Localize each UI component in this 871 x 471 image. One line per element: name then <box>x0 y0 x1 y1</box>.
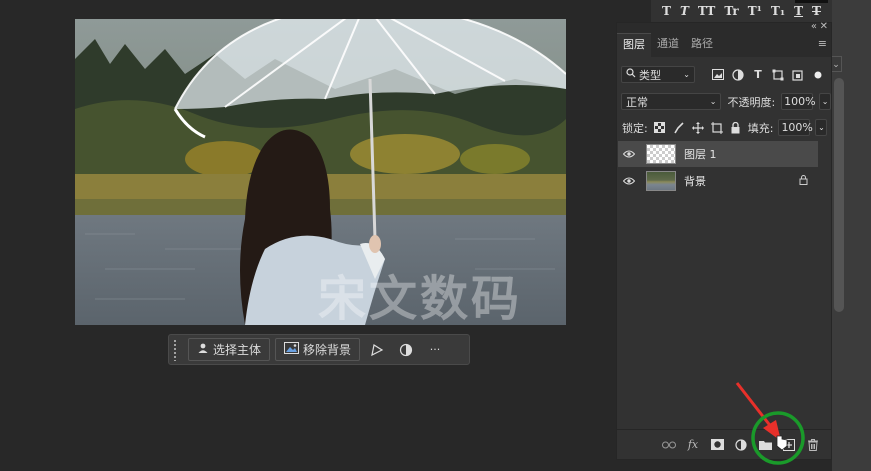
superscript-button[interactable]: T¹ <box>748 4 762 18</box>
lock-all-icon[interactable] <box>729 121 743 135</box>
opacity-value: 100% <box>784 95 816 108</box>
lock-icon[interactable] <box>799 174 808 188</box>
filter-kind-select[interactable]: 类型 ⌄ <box>621 66 695 83</box>
underline-button[interactable]: T <box>794 4 803 18</box>
search-icon <box>626 68 636 81</box>
layer-thumbnail <box>646 171 676 191</box>
chevron-down-icon: ⌄ <box>818 123 825 132</box>
layers-panel: « ✕ 图层 通道 路径 ≡ 类型 ⌄ T 正常 ⌄ 不透明度: 100% ⌄ … <box>616 21 832 460</box>
person-icon <box>197 342 209 357</box>
chevron-down-icon: ⌄ <box>683 70 690 79</box>
fill-input[interactable]: 100% <box>778 119 813 136</box>
tab-channels[interactable]: 通道 <box>651 33 685 57</box>
opacity-input[interactable]: 100% <box>781 93 816 110</box>
filter-toggle-icon[interactable] <box>811 68 825 82</box>
adjustment-filter-icon[interactable] <box>731 68 745 82</box>
visibility-eye-icon[interactable] <box>618 175 640 188</box>
document-canvas[interactable]: 宋文数码 <box>75 19 566 325</box>
lock-image-pixels-icon[interactable] <box>672 121 686 135</box>
all-caps-button[interactable]: TT <box>698 4 715 18</box>
panel-title-bar: « ✕ <box>617 21 831 33</box>
lock-transparent-pixels-icon[interactable] <box>653 121 667 135</box>
smart-object-filter-icon[interactable] <box>791 68 805 82</box>
layer-row-layer-1[interactable]: 图层 1 <box>618 141 818 167</box>
adjustment-layer-icon[interactable] <box>733 437 749 453</box>
transform-icon[interactable] <box>365 338 389 361</box>
remove-background-label: 移除背景 <box>303 343 352 357</box>
tab-layers[interactable]: 图层 <box>617 33 651 57</box>
fill-label: 填充: <box>747 121 774 135</box>
image-icon <box>284 342 300 357</box>
fx-icon[interactable]: fx <box>685 437 701 453</box>
add-mask-icon[interactable] <box>709 437 725 453</box>
shape-filter-icon[interactable] <box>771 68 785 82</box>
small-caps-button[interactable]: Tr <box>724 4 738 18</box>
opacity-dropdown[interactable]: ⌄ <box>819 93 831 110</box>
contextual-task-bar: 选择主体 移除背景 ··· <box>168 334 470 365</box>
close-panel-icon[interactable]: ✕ <box>820 21 828 32</box>
faux-bold-button[interactable]: T <box>662 4 671 18</box>
subscript-button[interactable]: T₁ <box>771 4 785 18</box>
blend-mode-select[interactable]: 正常 ⌄ <box>621 93 722 110</box>
opacity-label: 不透明度: <box>727 95 776 109</box>
lock-position-icon[interactable] <box>691 121 705 135</box>
select-subject-label: 选择主体 <box>213 343 262 357</box>
fill-dropdown[interactable]: ⌄ <box>815 119 828 136</box>
filter-kind-value: 类型 <box>639 68 661 82</box>
new-layer-icon[interactable] <box>781 437 797 453</box>
layer-thumbnail <box>646 144 676 164</box>
dock-scrollbar[interactable] <box>834 78 844 312</box>
adjustment-circle-icon[interactable] <box>394 338 418 361</box>
collapse-panel-icon[interactable]: « <box>811 21 817 32</box>
chevron-down-icon: ⌄ <box>821 97 829 106</box>
delete-layer-icon[interactable] <box>805 437 821 453</box>
layers-panel-footer: fx <box>617 429 831 459</box>
faux-italic-button[interactable]: T <box>680 4 689 18</box>
panel-tabs: 图层 通道 路径 ≡ <box>617 33 831 57</box>
drag-handle[interactable] <box>173 338 177 361</box>
link-layers-icon[interactable] <box>661 437 677 453</box>
panel-menu-icon[interactable]: ≡ <box>818 37 827 50</box>
chevron-down-icon: ⌄ <box>709 97 717 106</box>
remove-background-button[interactable]: 移除背景 <box>275 338 361 361</box>
lock-label: 锁定: <box>622 121 648 135</box>
prevent-autonest-icon[interactable] <box>710 121 724 135</box>
layer-row-background[interactable]: 背景 <box>618 168 818 194</box>
character-color-swatch[interactable] <box>795 0 828 3</box>
strikethrough-button[interactable]: T <box>812 4 821 18</box>
character-style-row: T T TT Tr T¹ T₁ T T <box>662 4 821 18</box>
layer-name: 图层 1 <box>684 148 717 161</box>
more-options-button[interactable]: ··· <box>423 338 447 361</box>
type-filter-icon[interactable]: T <box>751 68 765 82</box>
blend-mode-value: 正常 <box>626 95 648 109</box>
watermark-text: 宋文数码 <box>318 271 523 325</box>
new-group-icon[interactable] <box>757 437 773 453</box>
layer-name: 背景 <box>684 175 706 188</box>
tab-paths[interactable]: 路径 <box>685 33 719 57</box>
select-subject-button[interactable]: 选择主体 <box>188 338 271 361</box>
pixel-filter-icon[interactable] <box>711 68 725 82</box>
visibility-eye-icon[interactable] <box>618 148 640 161</box>
fill-value: 100% <box>781 121 813 134</box>
